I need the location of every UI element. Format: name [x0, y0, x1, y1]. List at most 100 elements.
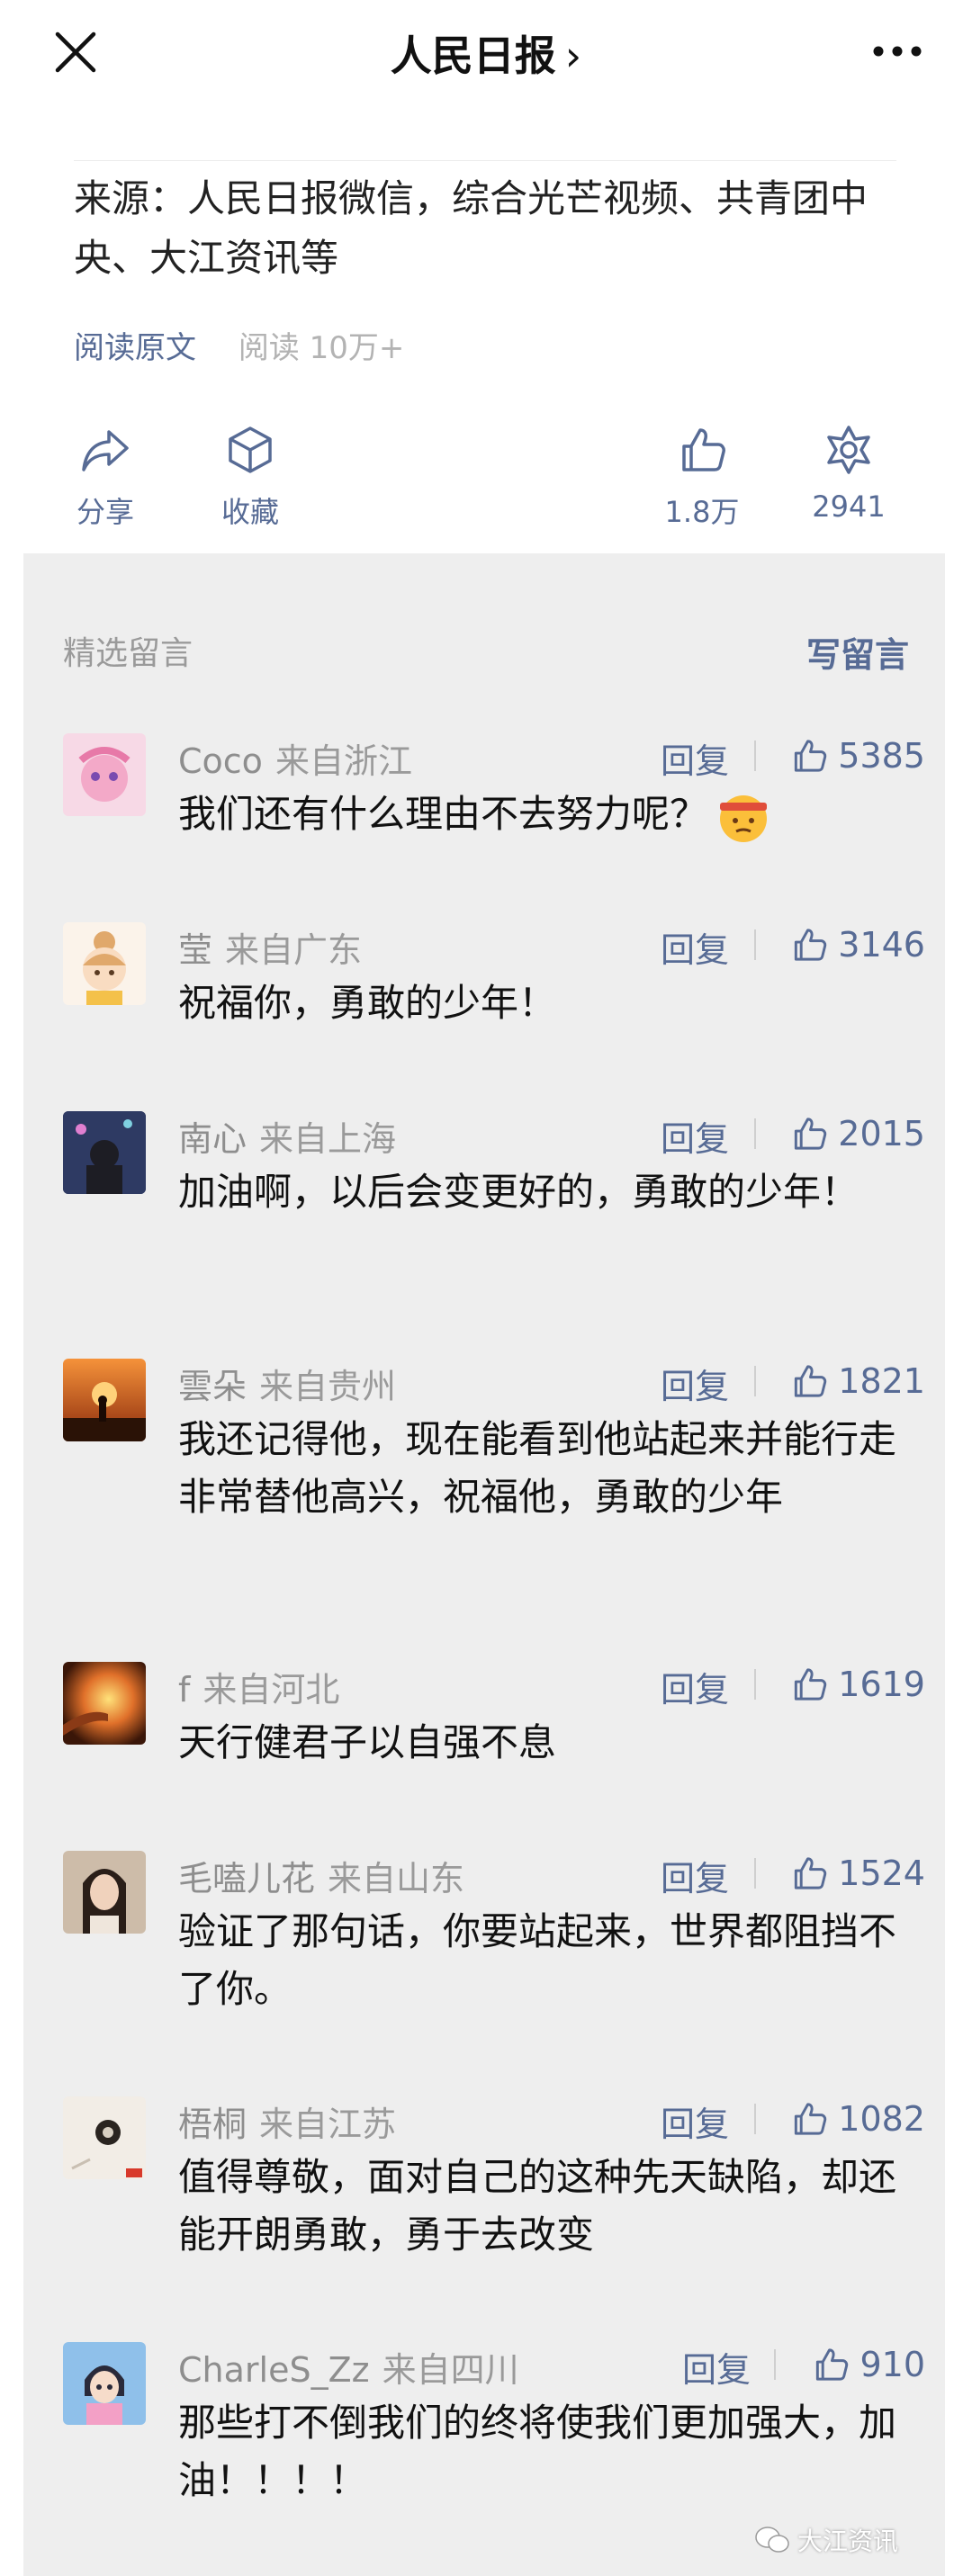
avatar[interactable]	[63, 1662, 146, 1745]
thumbs-up-icon	[795, 929, 827, 961]
account-title[interactable]: 人民日报 ›	[0, 23, 972, 83]
watermark-text: 大江资讯	[796, 2527, 898, 2556]
comment-like-button[interactable]: 910	[811, 2342, 925, 2387]
divider	[754, 1858, 756, 1889]
wow-count: 2941	[812, 489, 886, 524]
avatar[interactable]	[63, 2096, 146, 2179]
reply-button[interactable]: 回复	[661, 2096, 729, 2146]
avatar[interactable]	[63, 922, 146, 1005]
reply-button[interactable]: 回复	[661, 1662, 729, 1711]
commenter-location: 来自四川	[382, 2350, 519, 2390]
commenter-location: 来自山东	[328, 1859, 465, 1898]
commenter-name[interactable]: Coco	[178, 741, 263, 781]
more-icon[interactable]	[869, 38, 925, 65]
thumbs-up-icon	[795, 740, 827, 772]
commenter-name[interactable]: f	[178, 1670, 190, 1710]
commenter-name[interactable]: 梧桐	[178, 2105, 247, 2144]
cube-icon	[229, 426, 272, 473]
commenter-location: 来自贵州	[259, 1367, 397, 1406]
comment-like-button[interactable]: 2015	[789, 1111, 925, 1156]
comment-like-count: 1821	[838, 1361, 925, 1401]
likes-count: 1.8万	[664, 495, 740, 529]
write-comment-button[interactable]: 写留言	[806, 627, 909, 677]
commenter-location: 来自上海	[259, 1119, 397, 1159]
divider	[754, 2104, 756, 2134]
avatar[interactable]	[63, 733, 146, 816]
watermark: 大江资讯	[754, 2522, 898, 2558]
commenter-name[interactable]: 南心	[178, 1119, 247, 1159]
comment-meta: Coco 来自浙江 回复 5385	[178, 733, 925, 781]
thumbs-up-icon	[795, 1668, 827, 1701]
comments-section: 精选留言 写留言 Coco 来自浙江 回复 5385 我们还有什么理由不去努力呢？…	[23, 553, 945, 2576]
reply-button[interactable]: 回复	[661, 1111, 729, 1161]
thumbs-up-icon	[682, 428, 725, 471]
comment-meta: CharleS_Zz 来自四川 回复 910	[178, 2342, 925, 2390]
commenter-name[interactable]: 毛嗑儿花	[178, 1859, 315, 1898]
divider	[74, 160, 896, 161]
wow-button[interactable]: 2941	[781, 423, 916, 524]
comment-text: 值得尊敬，面对自己的这种先天缺陷，却还能开朗勇敢，勇于去改变	[178, 2155, 897, 2257]
comment-text: 我们还有什么理由不去努力呢？	[178, 785, 898, 844]
comment-text: 天行健君子以自强不息	[178, 1720, 557, 1764]
wechat-icon	[755, 2527, 789, 2553]
account-name: 人民日报	[390, 31, 556, 80]
avatar[interactable]	[63, 1359, 146, 1441]
article-source: 来源：人民日报微信，综合光芒视频、共青团中央、大江资讯等	[74, 176, 868, 280]
share-button[interactable]: 分享	[38, 423, 173, 531]
commenter-name[interactable]: 莹	[178, 930, 212, 970]
like-button[interactable]: 1.8万	[634, 423, 770, 531]
thumbs-up-icon	[795, 1365, 827, 1397]
comment-meta: 莹来自广东 回复 3146	[178, 922, 925, 970]
comment-like-button[interactable]: 1821	[789, 1359, 925, 1404]
comment-like-count: 1619	[838, 1665, 925, 1704]
comment-text: 加油啊，以后会变更好的，勇敢的少年！	[178, 1170, 860, 1214]
share-label: 分享	[76, 495, 134, 529]
comment-like-button[interactable]: 1082	[789, 2096, 925, 2141]
avatar[interactable]	[63, 1111, 146, 1194]
comments-title: 精选留言	[63, 635, 194, 672]
comments-header: 精选留言 写留言	[63, 627, 909, 675]
divider	[754, 1366, 756, 1396]
share-icon	[82, 430, 129, 471]
comment-like-button[interactable]: 1619	[789, 1662, 925, 1707]
comment-meta: f 来自河北 回复 1619	[178, 1662, 925, 1710]
top-bar: 人民日报 ›	[0, 0, 972, 106]
reply-button[interactable]: 回复	[682, 2342, 751, 2392]
reply-button[interactable]: 回复	[661, 1851, 729, 1900]
comment-text: 我还记得他，现在能看到他站起来并能行走非常替他高兴，祝福他，勇敢的少年	[178, 1417, 897, 1519]
commenter-location: 来自江苏	[259, 2105, 397, 2144]
comment-text: 验证了那句话，你要站起来，世界都阻挡不了你。	[178, 1909, 897, 2011]
reply-button[interactable]: 回复	[661, 1359, 729, 1408]
divider	[754, 740, 756, 771]
comment-meta: 雲朵 来自贵州 回复 1821	[178, 1359, 925, 1406]
avatar[interactable]	[63, 1851, 146, 1934]
divider	[754, 929, 756, 960]
favorite-button[interactable]: 收藏	[183, 423, 318, 531]
comment-like-count: 910	[860, 2345, 925, 2384]
thumbs-up-icon	[795, 2103, 827, 2135]
comment-like-count: 2015	[838, 1114, 925, 1153]
comment-meta: 毛嗑儿花 来自山东 回复 1524	[178, 1851, 925, 1898]
comment-body: 我们还有什么理由不去努力呢？	[178, 792, 708, 836]
comment-like-count: 5385	[838, 736, 925, 776]
comment-like-button[interactable]: 3146	[789, 922, 925, 967]
determined-emoji-icon	[720, 794, 768, 842]
reply-button[interactable]: 回复	[661, 922, 729, 972]
comment-like-button[interactable]: 5385	[789, 733, 925, 778]
comment-like-count: 1524	[838, 1853, 925, 1893]
avatar[interactable]	[63, 2342, 146, 2425]
comment-like-button[interactable]: 1524	[789, 1851, 925, 1896]
reply-button[interactable]: 回复	[661, 733, 729, 783]
thumbs-up-icon	[816, 2348, 849, 2381]
comment-text: 祝福你，勇敢的少年！	[178, 981, 557, 1025]
read-count: 阅读 10万+	[238, 330, 405, 366]
read-original-link[interactable]: 阅读原文	[74, 330, 196, 366]
divider	[754, 1118, 756, 1149]
favorite-label: 收藏	[220, 495, 279, 529]
chevron-right-icon: ›	[564, 31, 582, 80]
commenter-name[interactable]: 雲朵	[178, 1367, 247, 1406]
read-row: 阅读原文 阅读 10万+	[74, 326, 404, 371]
comment-text: 那些打不倒我们的终将使我们更加强大，加油！！！！	[178, 2401, 897, 2502]
commenter-name[interactable]: CharleS_Zz	[178, 2350, 370, 2390]
commenter-location: 来自浙江	[274, 741, 412, 781]
